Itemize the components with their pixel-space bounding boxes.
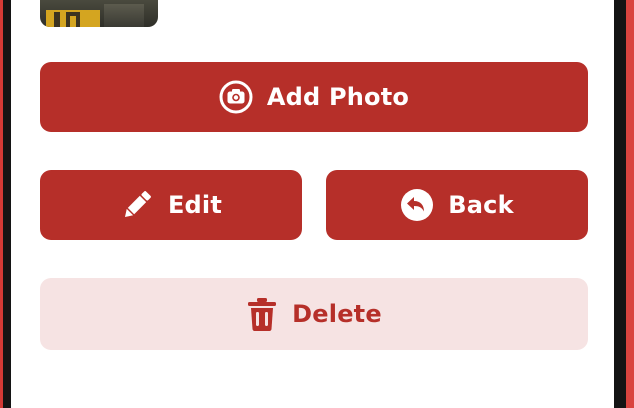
screen: Add Photo Edit Back Delete (11, 0, 614, 408)
back-arrow-icon (400, 188, 434, 222)
delete-button[interactable]: Delete (40, 278, 588, 350)
camera-icon (219, 80, 253, 114)
back-label: Back (448, 191, 514, 219)
add-photo-button[interactable]: Add Photo (40, 62, 588, 132)
photo-thumbnail[interactable] (40, 0, 158, 27)
device-case-edge-right (626, 0, 634, 408)
pencil-icon (120, 188, 154, 222)
trash-icon (246, 297, 278, 331)
device-bezel-right (614, 0, 626, 408)
add-photo-label: Add Photo (266, 83, 410, 111)
back-button[interactable]: Back (326, 170, 588, 240)
delete-label: Delete (292, 300, 382, 328)
edit-label: Edit (167, 191, 223, 219)
edit-button[interactable]: Edit (40, 170, 302, 240)
device-bezel-left (3, 0, 11, 408)
